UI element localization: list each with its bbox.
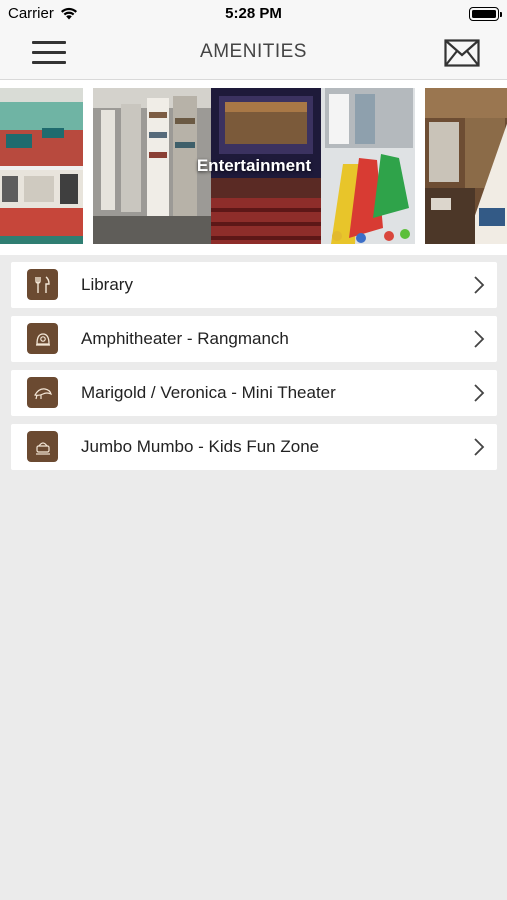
carousel-caption: Entertainment [196,156,312,175]
sports-hall-image [0,88,83,244]
amphitheater-icon [27,323,58,354]
amenity-label: Jumbo Mumbo - Kids Fun Zone [81,437,320,456]
carousel-slide-restaurant[interactable] [425,88,507,244]
page-title: AMENITIES [200,41,307,62]
amenity-label: Library [81,275,133,294]
mail-button[interactable] [444,39,480,67]
amenity-item-kids-zone[interactable]: Jumbo Mumbo - Kids Fun Zone [11,424,497,470]
battery-icon [469,7,502,21]
utensils-icon [27,269,58,300]
chevron-right-icon [474,276,485,294]
restaurant-image [425,88,507,244]
chevron-right-icon [474,438,485,456]
carousel-slide-sports[interactable] [0,88,83,244]
kids-zone-icon [27,431,58,462]
nav-bar: AMENITIES [0,28,507,80]
mail-icon [444,39,480,67]
theater-icon [27,377,58,408]
chevron-right-icon [474,330,485,348]
amenity-carousel[interactable]: Entertainment [0,80,507,255]
amenity-label: Amphitheater - Rangmanch [81,329,289,348]
amenity-item-mini-theater[interactable]: Marigold / Veronica - Mini Theater [11,370,497,416]
carousel-slide-entertainment[interactable]: Entertainment [93,88,415,244]
amenity-list: Library Amphitheater - Rangmanch Marigol… [11,262,497,478]
status-bar: Carrier 5:28 PM [0,0,507,28]
clock: 5:28 PM [225,5,282,22]
amenity-item-amphitheater[interactable]: Amphitheater - Rangmanch [11,316,497,362]
amenity-label: Marigold / Veronica - Mini Theater [81,383,336,402]
amenity-item-library[interactable]: Library [11,262,497,308]
chevron-right-icon [474,384,485,402]
